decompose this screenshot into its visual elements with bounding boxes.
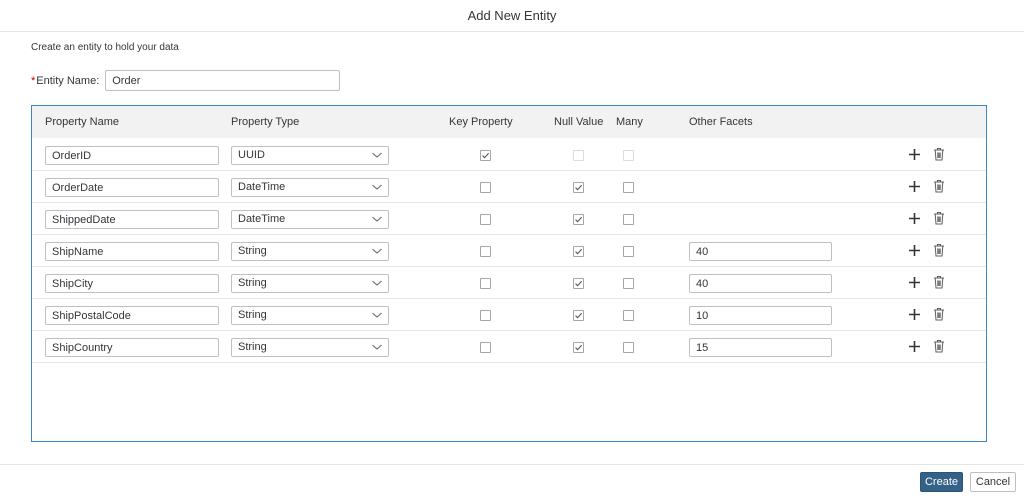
many-checkbox[interactable] bbox=[623, 310, 634, 321]
null-value-checkbox bbox=[573, 150, 584, 161]
header-property-name: Property Name bbox=[45, 116, 119, 128]
trash-icon[interactable] bbox=[933, 243, 945, 257]
many-checkbox[interactable] bbox=[623, 342, 634, 353]
property-name-input[interactable] bbox=[45, 146, 219, 165]
null-value-checkbox[interactable] bbox=[573, 182, 584, 193]
null-value-checkbox[interactable] bbox=[573, 278, 584, 289]
trash-icon[interactable] bbox=[933, 211, 945, 225]
property-type-value: String bbox=[238, 309, 267, 321]
key-property-checkbox[interactable] bbox=[480, 246, 491, 257]
chevron-down-icon[interactable] bbox=[371, 182, 383, 192]
entity-name-label: Entity Name: bbox=[36, 74, 100, 87]
trash-icon[interactable] bbox=[933, 307, 945, 321]
header-null-value: Null Value bbox=[554, 116, 604, 128]
chevron-down-icon[interactable] bbox=[371, 310, 383, 320]
entity-name-input[interactable] bbox=[105, 70, 341, 91]
table-row: String bbox=[32, 267, 986, 299]
null-value-checkbox[interactable] bbox=[573, 310, 584, 321]
trash-icon[interactable] bbox=[933, 179, 945, 193]
key-property-checkbox[interactable] bbox=[480, 342, 491, 353]
check-icon bbox=[482, 152, 490, 159]
property-type-select[interactable]: String bbox=[231, 274, 389, 293]
trash-icon[interactable] bbox=[933, 339, 945, 353]
property-type-value: String bbox=[238, 245, 267, 257]
check-icon bbox=[575, 312, 583, 319]
add-icon[interactable] bbox=[908, 340, 921, 353]
table-row: DateTime bbox=[32, 203, 986, 235]
property-type-select[interactable]: String bbox=[231, 242, 389, 261]
chevron-down-icon[interactable] bbox=[371, 214, 383, 224]
property-type-select[interactable]: String bbox=[231, 338, 389, 357]
property-name-input[interactable] bbox=[45, 274, 219, 293]
key-property-checkbox[interactable] bbox=[480, 278, 491, 289]
check-icon bbox=[575, 248, 583, 255]
dialog-footer: Create Cancel bbox=[0, 464, 1024, 496]
properties-table: Property Name Property Type Key Property… bbox=[31, 105, 987, 442]
key-property-checkbox[interactable] bbox=[480, 310, 491, 321]
many-checkbox[interactable] bbox=[623, 278, 634, 289]
add-icon[interactable] bbox=[908, 244, 921, 257]
table-row: String bbox=[32, 299, 986, 331]
dialog-subtitle: Create an entity to hold your data bbox=[31, 42, 179, 53]
trash-icon[interactable] bbox=[933, 147, 945, 161]
header-property-type: Property Type bbox=[231, 116, 300, 128]
many-checkbox bbox=[623, 150, 634, 161]
add-icon[interactable] bbox=[908, 212, 921, 225]
table-row: String bbox=[32, 235, 986, 267]
property-name-input[interactable] bbox=[45, 210, 219, 229]
dialog-header: Add New Entity bbox=[0, 0, 1024, 32]
add-icon[interactable] bbox=[908, 276, 921, 289]
many-checkbox[interactable] bbox=[623, 246, 634, 257]
key-property-checkbox[interactable] bbox=[480, 214, 491, 225]
property-type-select[interactable]: String bbox=[231, 306, 389, 325]
table-row: UUID bbox=[32, 139, 986, 171]
check-icon bbox=[575, 344, 583, 351]
table-row: String bbox=[32, 331, 986, 363]
property-name-input[interactable] bbox=[45, 306, 219, 325]
property-name-input[interactable] bbox=[45, 178, 219, 197]
chevron-down-icon[interactable] bbox=[371, 246, 383, 256]
check-icon bbox=[575, 280, 583, 287]
add-icon[interactable] bbox=[908, 180, 921, 193]
property-type-value: String bbox=[238, 341, 267, 353]
table-row: DateTime bbox=[32, 171, 986, 203]
header-key-property: Key Property bbox=[449, 116, 513, 128]
property-type-value: DateTime bbox=[238, 181, 286, 193]
check-icon bbox=[575, 184, 583, 191]
table-header: Property Name Property Type Key Property… bbox=[32, 106, 986, 138]
key-property-checkbox[interactable] bbox=[480, 182, 491, 193]
property-type-select[interactable]: DateTime bbox=[231, 178, 389, 197]
null-value-checkbox[interactable] bbox=[573, 342, 584, 353]
chevron-down-icon[interactable] bbox=[371, 150, 383, 160]
null-value-checkbox[interactable] bbox=[573, 246, 584, 257]
dialog-title: Add New Entity bbox=[467, 8, 557, 23]
other-facets-input[interactable] bbox=[689, 242, 832, 261]
property-type-value: DateTime bbox=[238, 213, 286, 225]
create-button[interactable]: Create bbox=[920, 472, 963, 492]
other-facets-input[interactable] bbox=[689, 306, 832, 325]
many-checkbox[interactable] bbox=[623, 182, 634, 193]
property-type-value: UUID bbox=[238, 149, 265, 161]
property-type-select[interactable]: DateTime bbox=[231, 210, 389, 229]
chevron-down-icon[interactable] bbox=[371, 342, 383, 352]
add-icon[interactable] bbox=[908, 148, 921, 161]
null-value-checkbox[interactable] bbox=[573, 214, 584, 225]
other-facets-input[interactable] bbox=[689, 338, 832, 357]
check-icon bbox=[575, 216, 583, 223]
property-name-input[interactable] bbox=[45, 242, 219, 261]
entity-name-row: * Entity Name: bbox=[31, 70, 341, 91]
property-type-select[interactable]: UUID bbox=[231, 146, 389, 165]
add-icon[interactable] bbox=[908, 308, 921, 321]
required-marker: * bbox=[31, 74, 36, 87]
cancel-button[interactable]: Cancel bbox=[970, 472, 1016, 492]
other-facets-input[interactable] bbox=[689, 274, 832, 293]
trash-icon[interactable] bbox=[933, 275, 945, 289]
property-type-value: String bbox=[238, 277, 267, 289]
header-many: Many bbox=[616, 116, 643, 128]
many-checkbox[interactable] bbox=[623, 214, 634, 225]
header-other-facets: Other Facets bbox=[689, 116, 753, 128]
property-name-input[interactable] bbox=[45, 338, 219, 357]
chevron-down-icon[interactable] bbox=[371, 278, 383, 288]
key-property-checkbox[interactable] bbox=[480, 150, 491, 161]
